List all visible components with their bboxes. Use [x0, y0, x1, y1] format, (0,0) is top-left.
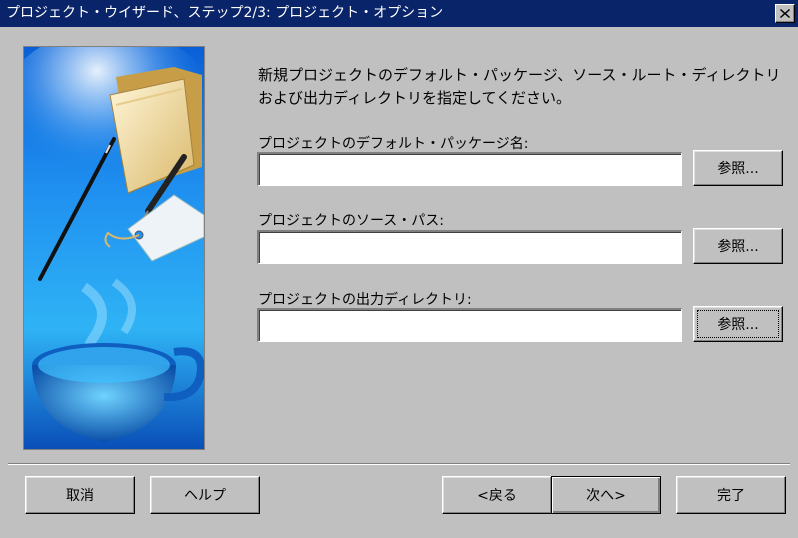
window-title: プロジェクト・ウイザード、ステップ2/3: プロジェクト・オプション: [6, 5, 444, 21]
output-directory-input[interactable]: [257, 308, 682, 342]
close-icon: [780, 9, 790, 18]
output-directory-label: プロジェクトの出力ディレクトリ:: [258, 292, 472, 308]
cancel-button[interactable]: 取消: [25, 476, 135, 514]
default-package-browse-button[interactable]: 参照...: [693, 150, 783, 186]
default-package-input[interactable]: [257, 152, 682, 186]
source-path-label: プロジェクトのソース・パス:: [258, 213, 445, 229]
help-button[interactable]: ヘルプ: [150, 476, 260, 514]
close-button[interactable]: [775, 4, 795, 23]
default-package-label: プロジェクトのデフォルト・パッケージ名:: [258, 136, 529, 152]
footer-separator: [8, 463, 790, 465]
wizard-illustration: [24, 47, 204, 449]
next-button[interactable]: 次へ>: [551, 476, 661, 514]
wizard-dialog: プロジェクト・ウイザード、ステップ2/3: プロジェクト・オプション 新規プロジ…: [0, 0, 798, 538]
output-directory-browse-button[interactable]: 参照...: [693, 306, 783, 342]
title-bar[interactable]: プロジェクト・ウイザード、ステップ2/3: プロジェクト・オプション: [0, 0, 798, 27]
source-path-browse-button[interactable]: 参照...: [693, 228, 783, 264]
source-path-input[interactable]: [257, 230, 682, 264]
back-button[interactable]: <戻る: [442, 476, 552, 514]
description-text: 新規プロジェクトのデフォルト・パッケージ、ソース・ルート・ディレクトリおよび出力…: [258, 66, 781, 107]
finish-button[interactable]: 完了: [676, 476, 786, 514]
wizard-side-image: [23, 46, 205, 450]
